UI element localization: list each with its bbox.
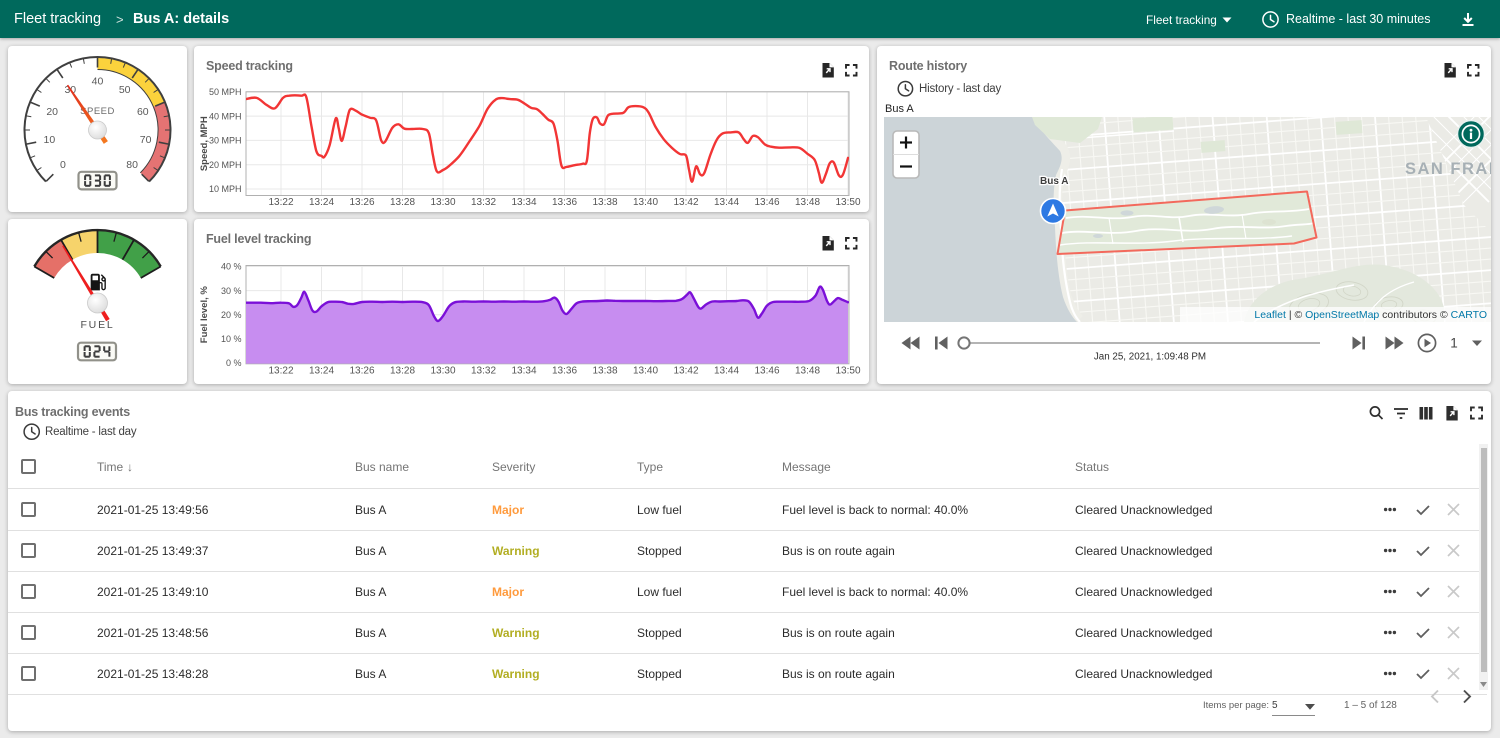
svg-text:13:28: 13:28 [390, 197, 415, 208]
svg-text:10 MPH: 10 MPH [209, 184, 242, 194]
svg-text:20 MPH: 20 MPH [209, 160, 242, 170]
svg-text:13:42: 13:42 [673, 366, 698, 377]
svg-text:SAN FRANCISCO: SAN FRANCISCO [1405, 160, 1491, 178]
svg-text:13:34: 13:34 [511, 197, 536, 208]
svg-text:13:36: 13:36 [552, 197, 577, 208]
svg-text:13:46: 13:46 [754, 197, 779, 208]
svg-text:50 MPH: 50 MPH [209, 87, 242, 97]
svg-text:13:32: 13:32 [471, 197, 496, 208]
svg-text:13:22: 13:22 [268, 197, 293, 208]
svg-text:Speed, MPH: Speed, MPH [199, 116, 210, 171]
svg-text:13:46: 13:46 [754, 366, 779, 377]
svg-text:13:50: 13:50 [835, 366, 860, 377]
svg-text:20 %: 20 % [221, 310, 242, 320]
svg-text:13:26: 13:26 [349, 366, 374, 377]
svg-text:13:34: 13:34 [511, 366, 536, 377]
svg-text:13:48: 13:48 [795, 197, 820, 208]
svg-text:13:44: 13:44 [714, 366, 739, 377]
svg-text:40 %: 40 % [221, 262, 242, 272]
svg-text:13:30: 13:30 [430, 197, 455, 208]
svg-text:13:44: 13:44 [714, 197, 739, 208]
svg-text:30 %: 30 % [221, 286, 242, 296]
svg-text:13:40: 13:40 [633, 197, 658, 208]
svg-text:60: 60 [137, 106, 149, 118]
svg-text:13:38: 13:38 [592, 366, 617, 377]
svg-text:13:24: 13:24 [309, 366, 334, 377]
svg-text:0: 0 [60, 159, 66, 171]
svg-text:50: 50 [119, 84, 131, 96]
svg-text:13:50: 13:50 [835, 197, 860, 208]
svg-text:Leaflet | © OpenStreetMap cont: Leaflet | © OpenStreetMap contributors ©… [1254, 309, 1487, 321]
svg-text:80: 80 [126, 159, 138, 171]
svg-text:13:22: 13:22 [268, 366, 293, 377]
svg-text:Fuel level, %: Fuel level, % [199, 286, 210, 344]
svg-text:13:24: 13:24 [309, 197, 334, 208]
svg-text:70: 70 [140, 134, 152, 146]
svg-text:Jan 25, 2021, 1:09:48 PM: Jan 25, 2021, 1:09:48 PM [1094, 352, 1206, 363]
svg-text:40: 40 [92, 76, 104, 88]
svg-text:13:36: 13:36 [552, 366, 577, 377]
svg-text:10 %: 10 % [221, 334, 242, 344]
svg-text:1: 1 [1450, 336, 1458, 351]
svg-text:13:32: 13:32 [471, 366, 496, 377]
svg-text:Bus A: Bus A [1040, 176, 1069, 187]
svg-text:10: 10 [44, 134, 56, 146]
svg-text:30 MPH: 30 MPH [209, 136, 242, 146]
svg-text:13:42: 13:42 [673, 197, 698, 208]
svg-text:13:40: 13:40 [633, 366, 658, 377]
svg-text:20: 20 [46, 106, 58, 118]
svg-text:13:26: 13:26 [349, 197, 374, 208]
svg-text:13:48: 13:48 [795, 366, 820, 377]
svg-text:0 %: 0 % [226, 358, 242, 368]
svg-text:13:28: 13:28 [390, 366, 415, 377]
svg-text:13:38: 13:38 [592, 197, 617, 208]
svg-text:FUEL: FUEL [80, 319, 114, 331]
svg-text:13:30: 13:30 [430, 366, 455, 377]
svg-text:40 MPH: 40 MPH [209, 111, 242, 121]
